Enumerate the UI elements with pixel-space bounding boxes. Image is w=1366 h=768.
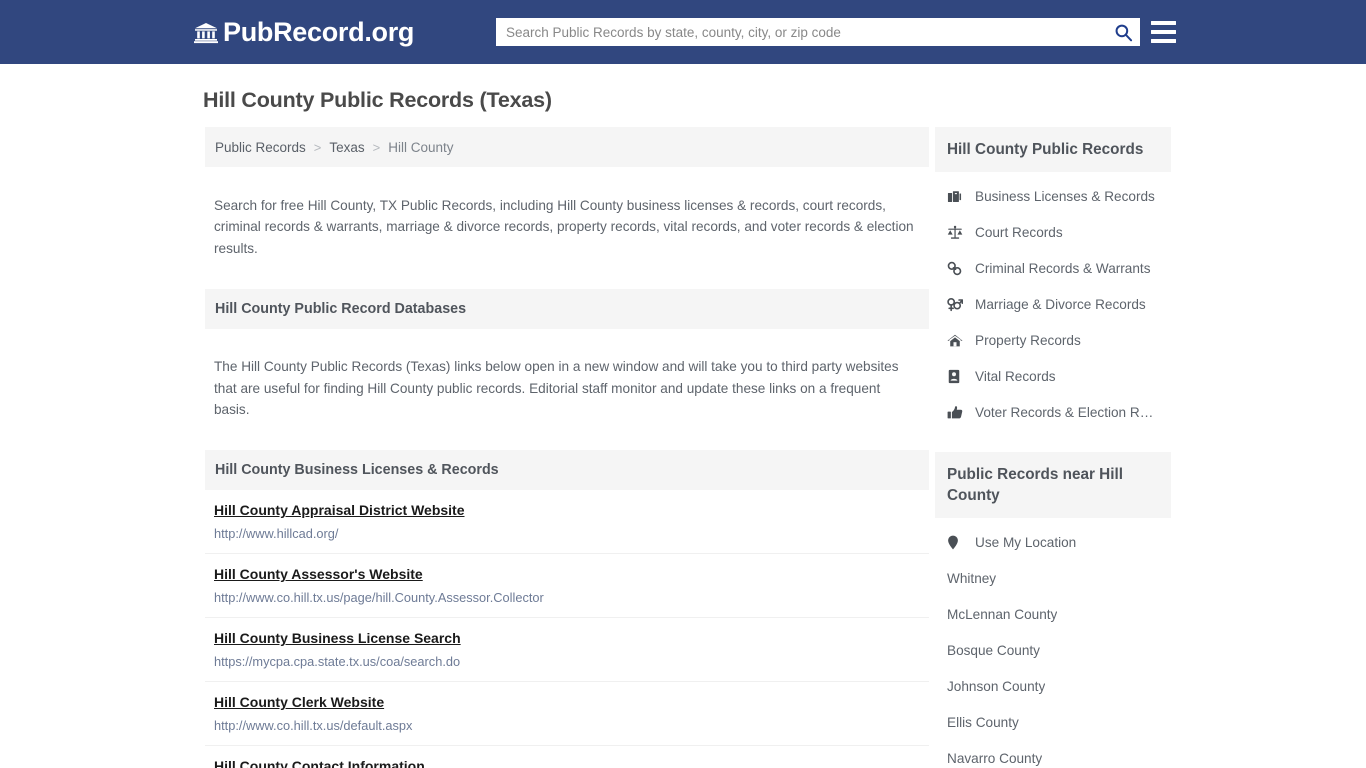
sidebar-item-label: Bosque County	[947, 642, 1040, 658]
sidebar-item-whitney[interactable]: Whitney	[935, 560, 1171, 596]
record-link-url[interactable]: http://www.co.hill.tx.us/page/hill.Count…	[214, 590, 919, 605]
sidebar-item-label: Navarro County	[947, 750, 1043, 766]
sidebar-item-label: Ellis County	[947, 714, 1019, 730]
sidebar-item-label: Marriage & Divorce Records	[975, 296, 1146, 312]
main-content: Public Records > Texas > Hill County Sea…	[199, 127, 929, 768]
sidebar-item-ellis-county[interactable]: Ellis County	[935, 704, 1171, 740]
site-logo-link[interactable]: PubRecord.org	[194, 16, 415, 47]
sidebar-item-label: Whitney	[947, 570, 997, 586]
page-container: Public Records > Texas > Hill County Sea…	[197, 127, 1171, 768]
list-item: Hill County Business License Search http…	[205, 618, 929, 683]
sidebar-near-list: Use My Location Whitney McLennan County …	[935, 518, 1171, 768]
sidebar-item-marriage-divorce[interactable]: Marriage & Divorce Records	[935, 286, 1171, 322]
section-header-business-licenses: Hill County Business Licenses & Records	[205, 450, 929, 491]
sidebar-item-label: Business Licenses & Records	[975, 188, 1155, 204]
sidebar-item-business-licenses[interactable]: Business Licenses & Records	[935, 178, 1171, 214]
sidebar-item-court-records[interactable]: Court Records	[935, 214, 1171, 250]
record-link-title[interactable]: Hill County Assessor's Website	[214, 566, 423, 582]
list-item: Hill County Appraisal District Website h…	[205, 490, 929, 555]
list-item: Hill County Assessor's Website http://ww…	[205, 554, 929, 619]
record-link-url[interactable]: http://www.hillcad.org/	[214, 526, 919, 541]
intro-paragraph: Search for free Hill County, TX Public R…	[214, 197, 914, 256]
record-link-title[interactable]: Hill County Contact Information	[214, 758, 425, 768]
sidebar-item-bosque-county[interactable]: Bosque County	[935, 632, 1171, 668]
breadcrumb: Public Records > Texas > Hill County	[205, 127, 929, 167]
page-title: Hill County Public Records (Texas)	[203, 88, 552, 112]
hamburger-menu-icon[interactable]	[1151, 19, 1176, 45]
sidebar-item-label: Johnson County	[947, 678, 1046, 694]
business-links-list: Hill County Appraisal District Website h…	[205, 490, 929, 768]
venus-mars-icon	[947, 296, 967, 312]
thumbs-up-icon	[947, 404, 967, 420]
brand-name: PubRecord.org	[223, 16, 415, 47]
sidebar-item-johnson-county[interactable]: Johnson County	[935, 668, 1171, 704]
site-header: PubRecord.org	[0, 0, 1366, 64]
sidebar: Hill County Public Records Business Lice…	[935, 127, 1171, 768]
sidebar-item-criminal-records[interactable]: Criminal Records & Warrants	[935, 250, 1171, 286]
breadcrumb-item-hill-county: Hill County	[388, 139, 454, 155]
sidebar-item-label: Court Records	[975, 224, 1063, 240]
list-item: Hill County Clerk Website http://www.co.…	[205, 682, 929, 747]
sidebar-item-label: Property Records	[975, 332, 1081, 348]
section-header-databases: Hill County Public Record Databases	[205, 288, 929, 329]
databases-description: The Hill County Public Records (Texas) l…	[214, 359, 899, 418]
record-link-title[interactable]: Hill County Business License Search	[214, 630, 461, 646]
sidebar-header-near: Public Records near Hill County	[935, 452, 1171, 518]
breadcrumb-separator: >	[372, 139, 381, 155]
breadcrumb-separator: >	[313, 139, 322, 155]
map-pin-icon	[947, 534, 967, 550]
sidebar-item-navarro-county[interactable]: Navarro County	[935, 740, 1171, 768]
breadcrumb-item-public-records[interactable]: Public Records	[215, 140, 306, 155]
record-link-url[interactable]: http://www.co.hill.tx.us/default.aspx	[214, 718, 919, 733]
sidebar-item-label: Use My Location	[975, 534, 1077, 550]
hamburger-bar	[1151, 30, 1176, 34]
sidebar-item-voter-records[interactable]: Voter Records & Election R…	[935, 394, 1171, 430]
record-link-url[interactable]: https://mycpa.cpa.state.tx.us/coa/search…	[214, 654, 919, 669]
sidebar-item-mclennan-county[interactable]: McLennan County	[935, 596, 1171, 632]
sidebar-item-label: McLennan County	[947, 606, 1058, 622]
hamburger-bar	[1151, 39, 1176, 43]
record-link-title[interactable]: Hill County Appraisal District Website	[214, 502, 465, 518]
sidebar-item-vital-records[interactable]: Vital Records	[935, 358, 1171, 394]
sidebar-records-list: Business Licenses & Records Court Record…	[935, 172, 1171, 430]
scales-of-justice-icon	[947, 224, 967, 240]
bank-building-icon	[194, 20, 218, 44]
sidebar-item-label: Voter Records & Election R…	[975, 404, 1154, 420]
record-link-title[interactable]: Hill County Clerk Website	[214, 694, 384, 710]
sidebar-item-property-records[interactable]: Property Records	[935, 322, 1171, 358]
sidebar-header-records: Hill County Public Records	[935, 127, 1171, 172]
search-bar[interactable]	[496, 18, 1140, 46]
home-icon	[947, 332, 967, 348]
list-item: Hill County Contact Information http://w…	[205, 746, 929, 768]
briefcase-icon	[947, 188, 967, 204]
hamburger-bar	[1151, 21, 1176, 25]
sidebar-item-label: Vital Records	[975, 368, 1056, 384]
search-button[interactable]	[1106, 18, 1140, 46]
sidebar-item-label: Criminal Records & Warrants	[975, 260, 1151, 276]
sidebar-item-use-my-location[interactable]: Use My Location	[935, 524, 1171, 560]
handcuffs-icon	[947, 260, 967, 276]
search-input[interactable]	[496, 19, 1106, 45]
id-card-icon	[947, 368, 967, 384]
breadcrumb-item-texas[interactable]: Texas	[329, 140, 364, 155]
search-icon	[1114, 23, 1133, 42]
